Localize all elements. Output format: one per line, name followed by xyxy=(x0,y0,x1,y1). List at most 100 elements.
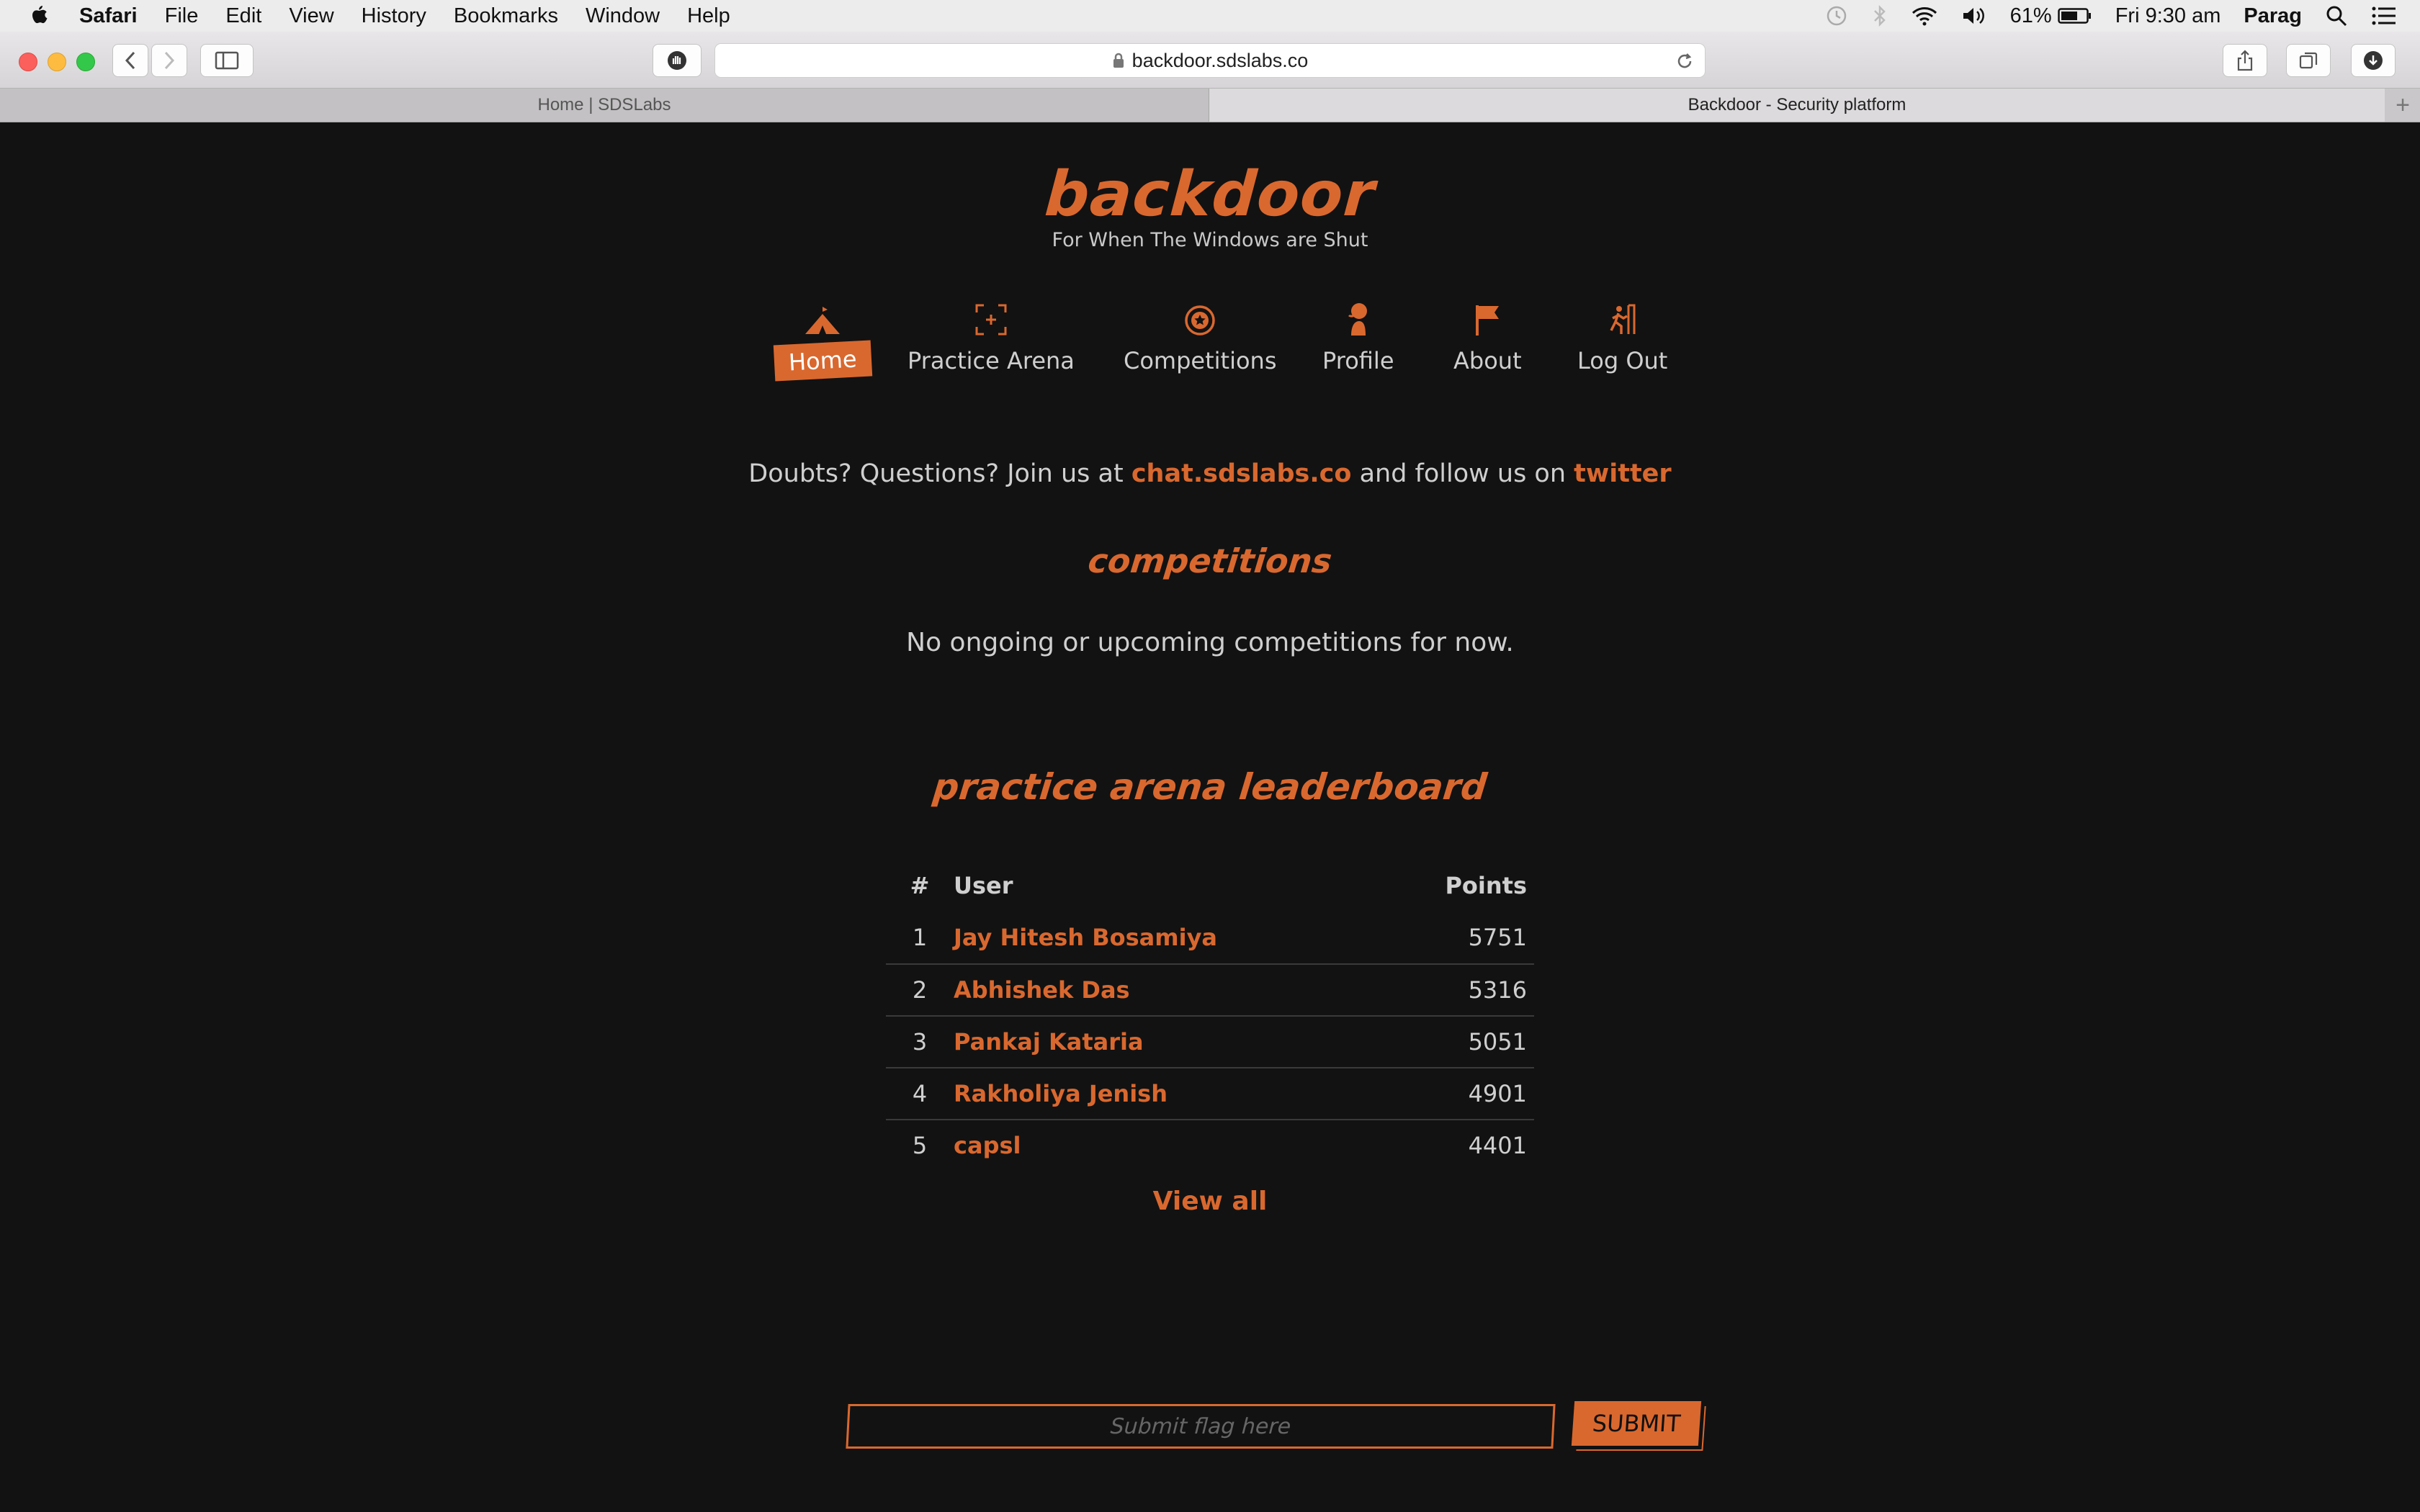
help-text-prefix: Doubts? Questions? Join us at xyxy=(748,459,1131,488)
menu-view[interactable]: View xyxy=(289,0,333,32)
leaderboard-heading: practice arena leaderboard xyxy=(931,766,1489,808)
address-bar[interactable]: backdoor.sdslabs.co xyxy=(714,43,1706,78)
menu-edit[interactable]: Edit xyxy=(225,0,261,32)
share-icon xyxy=(2237,50,2253,71)
menu-window[interactable]: Window xyxy=(586,0,660,32)
download-icon xyxy=(2364,51,2383,70)
main-nav: Home Practice Arena Competitions Profile xyxy=(763,295,1678,382)
user-link[interactable]: capsl xyxy=(954,1132,1021,1159)
hand-stop-icon xyxy=(668,51,686,70)
user-link[interactable]: Jay Hitesh Bosamiya xyxy=(954,924,1217,951)
macos-menubar: Safari File Edit View History Bookmarks … xyxy=(0,0,2420,32)
view-all-link[interactable]: View all xyxy=(1153,1187,1268,1216)
nav-log-out[interactable]: Log Out xyxy=(1563,295,1682,379)
submit-flag-button[interactable]: SUBMIT xyxy=(1571,1401,1702,1446)
forward-button[interactable] xyxy=(151,44,187,77)
tab-overview-button[interactable] xyxy=(2286,44,2331,77)
battery-icon xyxy=(2057,8,2091,24)
nav-practice-arena[interactable]: Practice Arena xyxy=(893,295,1089,379)
flag-input[interactable] xyxy=(846,1404,1556,1449)
url-text: backdoor.sdslabs.co xyxy=(1131,49,1309,71)
zoom-window-button[interactable] xyxy=(76,53,95,71)
user-link[interactable]: Pankaj Kataria xyxy=(954,1028,1144,1056)
page-content: backdoor For When The Windows are Shut H… xyxy=(0,122,2420,1512)
points-cell: 5051 xyxy=(1468,1028,1527,1056)
apple-logo-icon[interactable] xyxy=(24,1,53,30)
lock-icon xyxy=(1112,53,1125,68)
home-tent-icon xyxy=(803,295,842,337)
profile-icon xyxy=(1344,295,1373,337)
chevron-left-icon xyxy=(125,51,135,70)
menu-bookmarks[interactable]: Bookmarks xyxy=(454,0,558,32)
points-cell: 5751 xyxy=(1468,924,1527,951)
menu-help[interactable]: Help xyxy=(687,0,730,32)
volume-icon[interactable] xyxy=(1961,5,1987,27)
bluetooth-icon[interactable] xyxy=(1872,4,1888,28)
rank-cell: 3 xyxy=(912,1028,928,1056)
battery-percent: 61% xyxy=(2009,4,2052,27)
plus-icon: + xyxy=(2396,91,2410,119)
share-button[interactable] xyxy=(2223,44,2267,77)
menubar-user[interactable]: Parag xyxy=(2244,4,2302,28)
nav-label: Practice Arena xyxy=(908,347,1075,374)
points-cell: 4901 xyxy=(1468,1080,1527,1107)
user-link[interactable]: Abhishek Das xyxy=(954,976,1130,1004)
competitions-empty-message: No ongoing or upcoming competitions for … xyxy=(906,628,1514,657)
sidebar-toggle-button[interactable] xyxy=(200,44,254,77)
header-rank: # xyxy=(910,872,930,899)
nav-profile[interactable]: Profile xyxy=(1308,295,1409,379)
site-logo[interactable]: backdoor xyxy=(0,158,2420,230)
spotlight-search-icon[interactable] xyxy=(2325,4,2348,27)
browser-toolbar: backdoor.sdslabs.co xyxy=(0,32,2420,88)
nav-label: About xyxy=(1453,347,1522,374)
table-row: 1 Jay Hitesh Bosamiya 5751 xyxy=(886,912,1534,963)
nav-competitions[interactable]: Competitions xyxy=(1109,295,1291,379)
privacy-shield-button[interactable] xyxy=(653,44,702,77)
nav-label: Profile xyxy=(1322,347,1394,374)
sidebar-icon xyxy=(215,51,239,70)
rank-cell: 1 xyxy=(912,924,928,951)
flag-icon xyxy=(1473,295,1502,337)
tab-home-sdslabs[interactable]: Home | SDSLabs xyxy=(0,89,1209,122)
nav-about[interactable]: About xyxy=(1439,295,1536,379)
table-row: 4 Rakholiya Jenish 4901 xyxy=(886,1067,1534,1119)
chat-link[interactable]: chat.sdslabs.co xyxy=(1131,459,1352,488)
leaderboard-table: # User Points 1 Jay Hitesh Bosamiya 5751… xyxy=(886,860,1534,1171)
tab-bar: Home | SDSLabs Backdoor - Security platf… xyxy=(0,88,2420,122)
user-link[interactable]: Rakholiya Jenish xyxy=(954,1080,1168,1107)
wifi-icon[interactable] xyxy=(1911,5,1938,27)
competitions-heading: competitions xyxy=(1086,541,1334,580)
time-machine-icon[interactable] xyxy=(1824,4,1849,28)
notification-center-icon[interactable] xyxy=(2371,5,2397,27)
menu-file[interactable]: File xyxy=(165,0,199,32)
tab-backdoor[interactable]: Backdoor - Security platform xyxy=(1209,89,2385,122)
header-user: User xyxy=(954,872,1013,899)
twitter-link[interactable]: twitter xyxy=(1574,459,1672,488)
points-cell: 4401 xyxy=(1468,1132,1527,1159)
reload-icon[interactable] xyxy=(1675,51,1695,76)
menu-history[interactable]: History xyxy=(362,0,426,32)
downloads-button[interactable] xyxy=(2351,44,2396,77)
medal-icon xyxy=(1183,295,1216,337)
new-tab-button[interactable]: + xyxy=(2385,89,2420,122)
help-text-middle: and follow us on xyxy=(1351,459,1574,488)
table-row: 5 capsl 4401 xyxy=(886,1119,1534,1171)
nav-home[interactable]: Home xyxy=(773,295,872,382)
rank-cell: 2 xyxy=(912,976,928,1004)
minimize-window-button[interactable] xyxy=(48,53,66,71)
nav-label: Competitions xyxy=(1124,347,1277,374)
back-button[interactable] xyxy=(112,44,148,77)
close-window-button[interactable] xyxy=(19,53,37,71)
nav-label: Log Out xyxy=(1577,347,1668,374)
menubar-clock[interactable]: Fri 9:30 am xyxy=(2115,4,2221,28)
points-cell: 5316 xyxy=(1468,976,1527,1004)
menu-app-name[interactable]: Safari xyxy=(79,0,138,32)
tab-title: Backdoor - Security platform xyxy=(1688,95,1906,114)
tabs-icon xyxy=(2299,52,2318,69)
rank-cell: 4 xyxy=(912,1080,928,1107)
table-row: 3 Pankaj Kataria 5051 xyxy=(886,1015,1534,1067)
chevron-right-icon xyxy=(164,51,175,70)
battery-status[interactable]: 61% xyxy=(2010,4,2092,28)
table-row: 2 Abhishek Das 5316 xyxy=(886,963,1534,1015)
site-tagline: For When The Windows are Shut xyxy=(1052,229,1368,251)
